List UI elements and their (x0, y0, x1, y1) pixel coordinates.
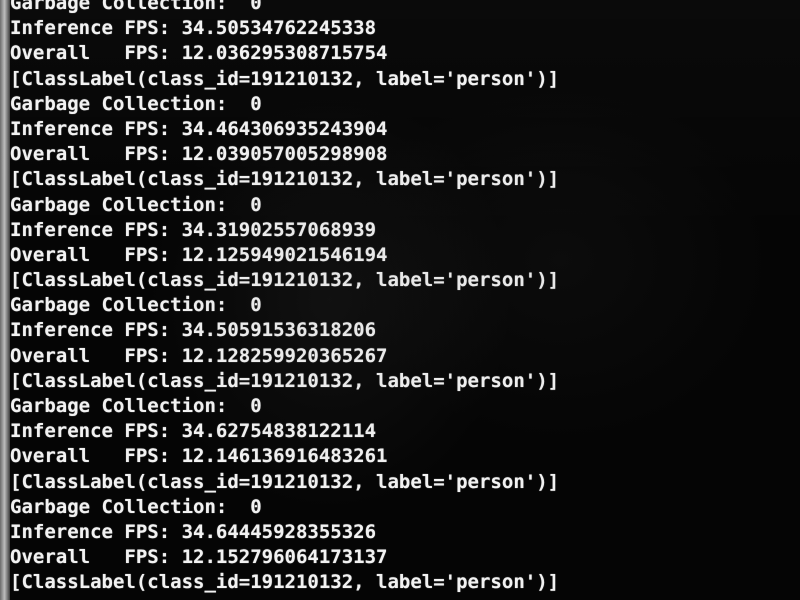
terminal-line: Inference FPS: 34.464306935243904 (10, 117, 388, 140)
terminal-line: [ClassLabel(class_id=191210132, label='p… (10, 571, 560, 594)
terminal-line: Overall FPS: 12.125949021546194 (10, 243, 388, 266)
terminal-line: Inference FPS: 34.50591536318206 (10, 319, 377, 342)
terminal-line: Garbage Collection: 0 (10, 395, 262, 417)
terminal-line: [ClassLabel(class_id=191210132, label='p… (10, 269, 560, 292)
terminal-line: Inference FPS: 34.64445928355326 (10, 520, 377, 543)
terminal-line: [ClassLabel(class_id=191210132, label='p… (10, 369, 560, 392)
terminal-line: Garbage Collection: 0 (10, 0, 262, 14)
terminal-output: Garbage Collection: 0 Inference FPS: 34.5… (10, 0, 800, 596)
terminal-line: Inference FPS: 34.50534762245338 (10, 17, 377, 40)
window-edge (0, 0, 10, 600)
terminal-line: Overall FPS: 12.152796064173137 (10, 546, 388, 569)
terminal-line: [ClassLabel(class_id=191210132, label='p… (10, 470, 560, 493)
terminal-line: [ClassLabel(class_id=191210132, label='p… (10, 67, 560, 90)
terminal-line: Inference FPS: 34.62754838122114 (10, 420, 377, 443)
terminal-line: Inference FPS: 34.31902557068939 (10, 218, 377, 241)
terminal-line: Overall FPS: 12.036295308715754 (10, 42, 388, 65)
terminal-line: Garbage Collection: 0 (10, 495, 262, 518)
terminal-line: Overall FPS: 12.039057005298908 (10, 143, 388, 166)
terminal-line: Garbage Collection: 0 (10, 92, 262, 115)
terminal-line: Garbage Collection: 0 (10, 294, 262, 317)
terminal-line: Garbage Collection: 0 (10, 193, 262, 216)
terminal-line: [ClassLabel(class_id=191210132, label='p… (10, 168, 560, 191)
terminal-window: Garbage Collection: 0 Inference FPS: 34.5… (0, 0, 800, 600)
terminal-line: Overall FPS: 12.146136916483261 (10, 445, 388, 468)
terminal-line: Overall FPS: 12.128259920365267 (10, 344, 388, 367)
